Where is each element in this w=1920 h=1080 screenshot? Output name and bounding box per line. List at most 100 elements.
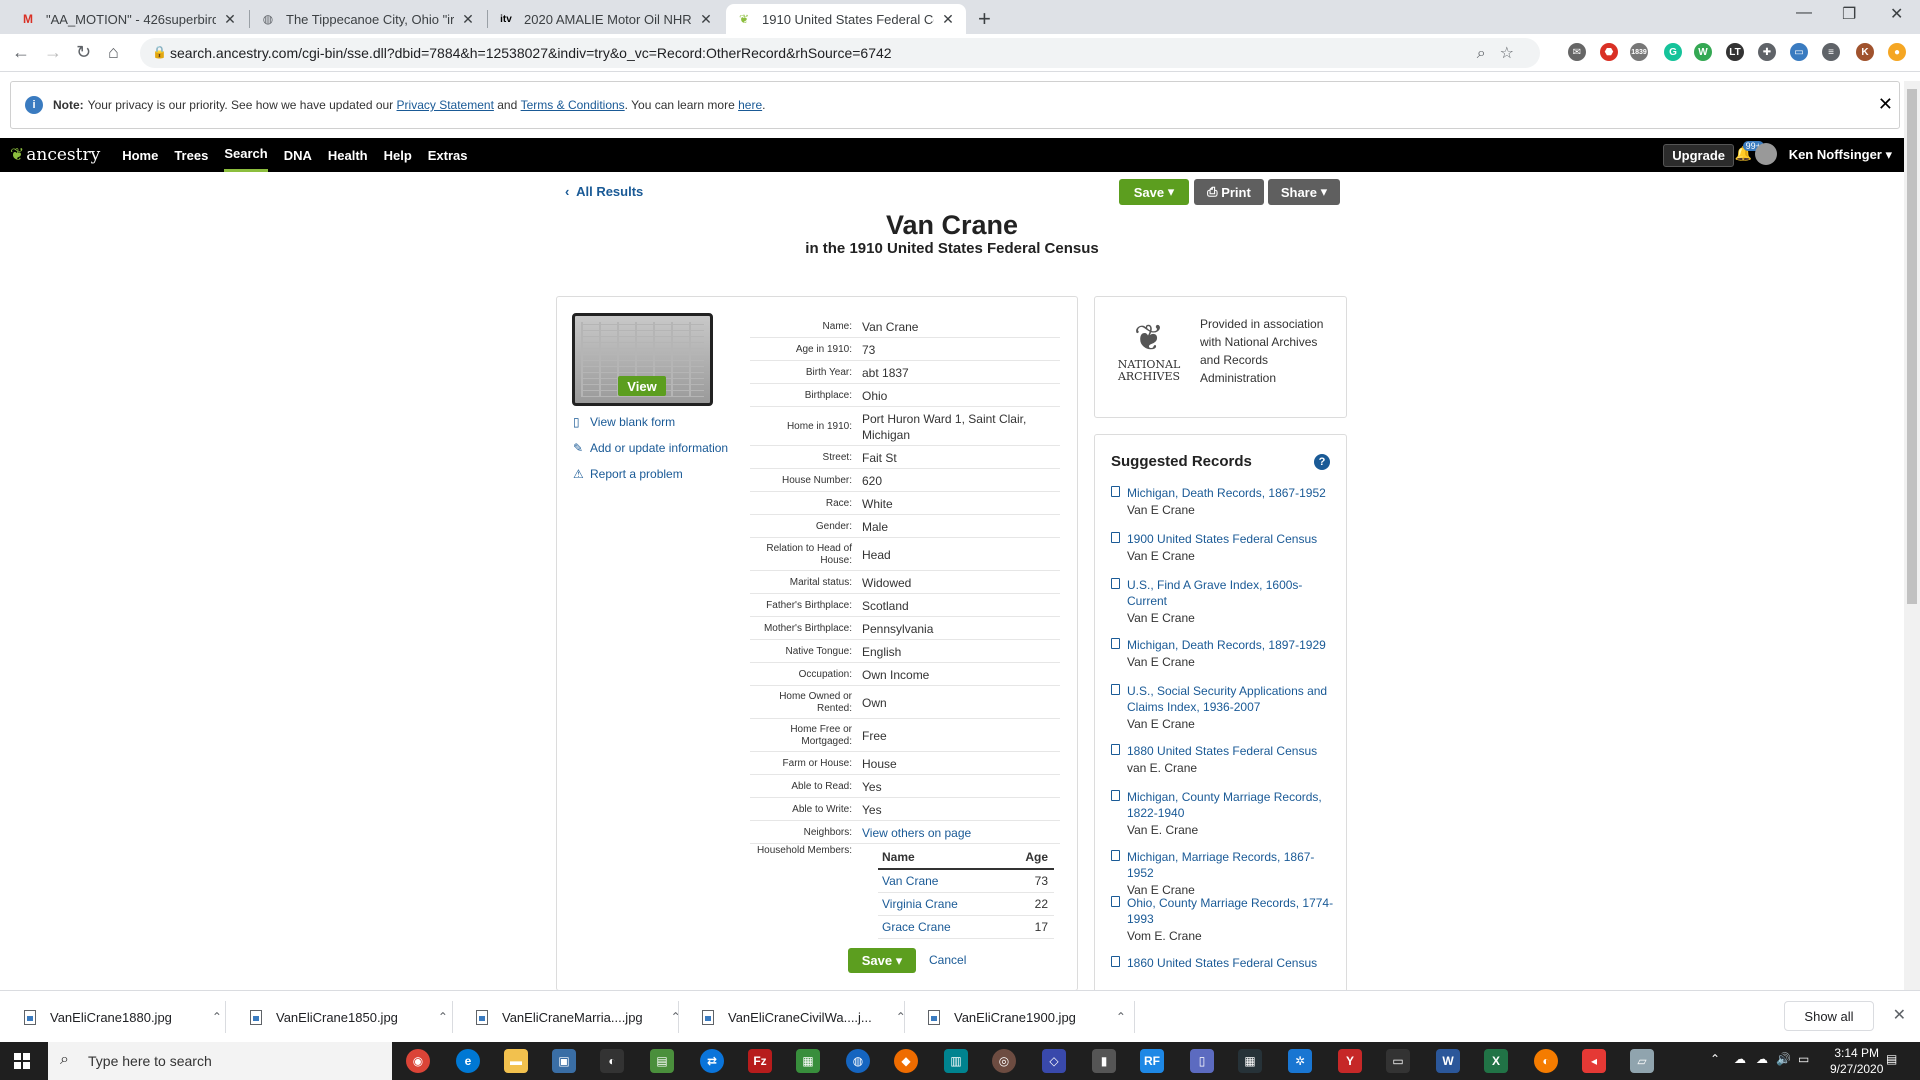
app-icon[interactable]: ▱ (1630, 1049, 1654, 1073)
download-item[interactable]: VanEliCrane1900.jpg ⌃ (928, 1003, 1126, 1031)
close-window-icon[interactable]: ✕ (1890, 4, 1903, 24)
cloud-icon[interactable]: ☁ (1734, 1052, 1746, 1066)
chevron-up-icon[interactable]: ⌃ (1116, 1010, 1126, 1024)
app-icon[interactable]: ◇ (1042, 1049, 1066, 1073)
cast-icon[interactable]: ▭ (1790, 43, 1808, 61)
share-button[interactable]: Share ▾ (1268, 179, 1340, 205)
grammarly-extension-icon[interactable]: G (1664, 43, 1682, 61)
onedrive-icon[interactable]: ☁ (1756, 1052, 1768, 1066)
suggested-record-item[interactable]: Michigan, Marriage Records, 1867-1952 Van… (1111, 849, 1336, 899)
file-explorer-icon[interactable]: ▬ (504, 1049, 528, 1073)
puzzle-extensions-icon[interactable]: ✚ (1758, 43, 1776, 61)
minimize-icon[interactable]: — (1796, 4, 1812, 22)
chrome-icon[interactable]: ◉ (406, 1049, 430, 1073)
view-image-button[interactable]: View (618, 376, 666, 396)
save-button[interactable]: Save ▾ (1119, 179, 1189, 205)
close-tab-icon[interactable]: ✕ (940, 11, 956, 28)
reading-list-icon[interactable]: ≡ (1822, 43, 1840, 61)
browser-tab[interactable]: M "AA_MOTION" - 426superbird@g ✕ (10, 4, 248, 34)
scrollbar-thumb[interactable] (1907, 89, 1917, 604)
chevron-up-icon[interactable]: ⌃ (671, 1010, 681, 1024)
app-icon[interactable]: ▯ (1190, 1049, 1214, 1073)
profile-avatar[interactable]: K (1856, 43, 1874, 61)
suggested-record-title[interactable]: Michigan, County Marriage Records, 1822-… (1127, 789, 1336, 821)
bottom-save-button[interactable]: Save ▾ (848, 948, 916, 973)
all-results-link[interactable]: ‹ All Results (565, 184, 643, 199)
app-icon[interactable]: ◐ (600, 1049, 624, 1073)
app-icon[interactable]: ⇄ (700, 1049, 724, 1073)
back-icon[interactable]: ← (12, 42, 30, 63)
lt-extension-icon[interactable]: LT (1726, 43, 1744, 61)
ancestry-logo[interactable]: ❦ ancestry (10, 145, 100, 165)
edge-icon[interactable]: e (456, 1049, 480, 1073)
abp-extension-icon[interactable]: ⬣ (1600, 43, 1618, 61)
cancel-link[interactable]: Cancel (929, 953, 966, 967)
app-icon[interactable]: ▮ (1092, 1049, 1116, 1073)
add-update-info-link[interactable]: ✎ Add or update information (573, 441, 728, 455)
taskbar-search[interactable]: ⌕ Type here to search (48, 1042, 392, 1080)
app-icon[interactable]: ▣ (552, 1049, 576, 1073)
suggested-record-title[interactable]: U.S., Find A Grave Index, 1600s-Current (1127, 577, 1336, 609)
browser-tab[interactable]: itv 2020 AMALIE Motor Oil NHR ✕ (488, 4, 724, 34)
days-extension-icon[interactable]: 1839 (1630, 43, 1648, 61)
mail-extension-icon[interactable]: ✉ (1568, 43, 1586, 61)
view-blank-form-link[interactable]: ▯ View blank form (573, 415, 675, 429)
app-icon[interactable]: ▭ (1386, 1049, 1410, 1073)
suggested-record-item[interactable]: U.S., Social Security Applications and C… (1111, 683, 1336, 733)
close-tab-icon[interactable]: ✕ (460, 11, 476, 28)
suggested-record-title[interactable]: Michigan, Death Records, 1897-1929 (1127, 637, 1336, 653)
suggested-record-item[interactable]: Michigan, Death Records, 1867-1952 Van E … (1111, 485, 1336, 519)
tray-chevron-icon[interactable]: ⌃ (1710, 1052, 1720, 1066)
app-icon[interactable]: ◐ (1534, 1049, 1558, 1073)
nav-search[interactable]: Search (224, 138, 268, 172)
address-bar[interactable]: 🔒 search.ancestry.com/cgi-bin/sse.dll?db… (140, 38, 1540, 68)
nav-dna[interactable]: DNA (284, 138, 312, 172)
network-icon[interactable]: ▭ (1798, 1052, 1809, 1066)
notifications-center-icon[interactable]: ▤ (1886, 1052, 1897, 1066)
w-extension-icon[interactable]: W (1694, 43, 1712, 61)
filezilla-icon[interactable]: Fz (748, 1049, 772, 1073)
zoom-icon[interactable]: ⌕ (1477, 45, 1500, 62)
chevron-up-icon[interactable]: ⌃ (212, 1010, 222, 1024)
nav-home[interactable]: Home (122, 138, 158, 172)
view-others-link[interactable]: View others on page (862, 825, 1060, 841)
new-tab-icon[interactable]: + (978, 6, 991, 32)
learn-more-link[interactable]: here (738, 98, 762, 112)
app-icon[interactable]: ◆ (894, 1049, 918, 1073)
download-item[interactable]: VanEliCrane1880.jpg ⌃ (24, 1003, 222, 1031)
app-icon[interactable]: ▦ (796, 1049, 820, 1073)
notifications-icon[interactable]: 🔔 99+ (1735, 141, 1764, 162)
suggested-record-title[interactable]: 1860 United States Federal Census (1127, 955, 1336, 971)
app-icon[interactable]: ▥ (944, 1049, 968, 1073)
restore-icon[interactable]: ❐ (1842, 4, 1856, 24)
app-icon[interactable]: ◂ (1582, 1049, 1606, 1073)
upgrade-button[interactable]: Upgrade (1663, 144, 1734, 167)
download-item[interactable]: VanEliCraneMarria....jpg ⌃ (476, 1003, 681, 1031)
suggested-record-item[interactable]: U.S., Find A Grave Index, 1600s-Current V… (1111, 577, 1336, 627)
user-menu[interactable]: Ken Noffsinger ▾ (1789, 147, 1892, 163)
close-tab-icon[interactable]: ✕ (698, 11, 714, 28)
app-icon[interactable]: ✲ (1288, 1049, 1312, 1073)
download-item[interactable]: VanEliCrane1850.jpg ⌃ (250, 1003, 448, 1031)
close-tab-icon[interactable]: ✕ (222, 11, 238, 28)
report-problem-link[interactable]: ⚠ Report a problem (573, 467, 683, 481)
nav-extras[interactable]: Extras (428, 138, 468, 172)
suggested-record-item[interactable]: Ohio, County Marriage Records, 1774-1993… (1111, 895, 1336, 945)
update-icon[interactable]: ● (1888, 43, 1906, 61)
app-icon[interactable]: ▤ (650, 1049, 674, 1073)
suggested-record-item[interactable]: Michigan, County Marriage Records, 1822-… (1111, 789, 1336, 839)
app-icon[interactable]: ▦ (1238, 1049, 1262, 1073)
home-icon[interactable]: ⌂ (108, 42, 119, 63)
volume-icon[interactable]: 🔊 (1776, 1052, 1791, 1066)
show-all-button[interactable]: Show all (1784, 1001, 1874, 1031)
word-icon[interactable]: W (1436, 1049, 1460, 1073)
app-icon[interactable]: ◎ (992, 1049, 1016, 1073)
suggested-record-title[interactable]: U.S., Social Security Applications and C… (1127, 683, 1336, 715)
excel-icon[interactable]: X (1484, 1049, 1508, 1073)
app-icon[interactable]: Y (1338, 1049, 1362, 1073)
nav-trees[interactable]: Trees (174, 138, 208, 172)
system-clock[interactable]: 3:14 PM 9/27/2020 (1830, 1045, 1883, 1077)
star-icon[interactable]: ☆ (1500, 45, 1528, 62)
suggested-record-item[interactable]: 1880 United States Federal Census van E. … (1111, 743, 1336, 777)
household-member-link[interactable]: Grace Crane (878, 920, 951, 934)
